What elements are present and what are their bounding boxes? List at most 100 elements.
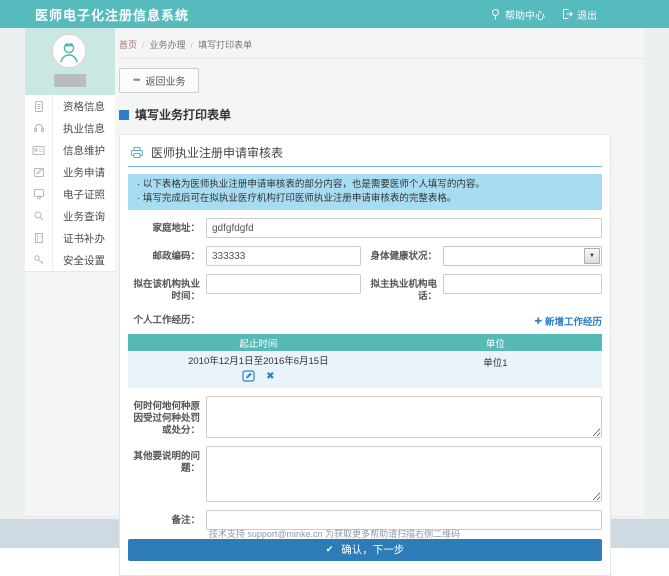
sidebar-item-info-maintenance[interactable]: 信息维护 <box>25 139 115 161</box>
avatar-block <box>25 28 115 95</box>
home-address-input[interactable] <box>206 218 602 238</box>
blue-square-bullet-icon <box>119 110 129 120</box>
sidebar-item-security-settings[interactable]: 安全设置 <box>25 249 115 271</box>
period-cell: 2010年12月1日至2016年6月15日 ✖ <box>128 351 389 388</box>
plus-icon: ✚ <box>534 316 542 327</box>
confirm-next-button[interactable]: ✔ 确认，下一步 <box>128 539 602 561</box>
search-icon <box>25 205 53 227</box>
notice-line: 以下表格为医师执业注册申请审核表的部分内容，也是需要医师个人填写的内容。 <box>137 178 593 192</box>
footer-text: 技术支持 support@minke.cn 为获取更多帮助请扫描右侧二维码 <box>209 527 460 540</box>
main-panel: 资格信息 执业信息 信息维护 业务申请 电子证照 <box>25 28 644 515</box>
column-header-period: 起止时间 <box>128 334 389 351</box>
period-value: 2010年12月1日至2016年6月15日 <box>128 355 389 368</box>
help-center-link[interactable]: 帮助中心 <box>490 7 545 22</box>
breadcrumb-separator: / <box>191 40 194 50</box>
unit-cell: 单位1 <box>389 351 602 388</box>
practice-time-group: 拟在该机构执业时间： <box>128 274 361 303</box>
form-title: 医师执业注册申请审核表 <box>151 144 283 161</box>
work-history-table: 起止时间 单位 2010年12月1日至2016年6月15日 <box>128 334 602 388</box>
postal-code-label: 邮政编码： <box>128 246 206 266</box>
sidebar-item-label: 业务查询 <box>53 205 105 227</box>
form-card-header: 医师执业注册申请审核表 <box>128 141 602 167</box>
breadcrumb-current: 填写打印表单 <box>198 38 252 51</box>
back-to-business-button[interactable]: ••• 返回业务 <box>119 68 199 93</box>
add-work-history-label: 新增工作经历 <box>545 314 602 328</box>
document-icon <box>25 95 53 117</box>
headset-icon <box>25 117 53 139</box>
home-address-label: 家庭地址： <box>128 218 206 235</box>
certificate-icon <box>25 183 53 205</box>
page-title: 填写业务打印表单 <box>119 106 644 123</box>
help-pin-icon <box>490 8 501 21</box>
content-area: 首页 / 业务办理 / 填写打印表单 ••• 返回业务 填写业务打印表单 <box>115 28 644 515</box>
notebook-icon <box>25 227 53 249</box>
postal-code-input[interactable] <box>206 246 361 266</box>
notice-box: 以下表格为医师执业注册申请审核表的部分内容，也是需要医师个人填写的内容。 填写完… <box>128 174 602 210</box>
org-phone-group: 拟主执业机构电话： <box>361 274 602 303</box>
breadcrumb-business[interactable]: 业务办理 <box>150 38 186 51</box>
breadcrumb-home[interactable]: 首页 <box>119 38 137 51</box>
edit-pencil-icon <box>242 370 255 382</box>
form-card: 医师执业注册申请审核表 以下表格为医师执业注册申请审核表的部分内容，也是需要医师… <box>119 134 611 576</box>
sidebar-item-qualification-info[interactable]: 资格信息 <box>25 95 115 117</box>
check-icon: ✔ <box>326 544 334 555</box>
sidebar-menu: 资格信息 执业信息 信息维护 业务申请 电子证照 <box>25 95 115 272</box>
printer-icon <box>130 146 144 159</box>
sidebar-item-label: 信息维护 <box>53 139 105 161</box>
page-background: 资格信息 执业信息 信息维护 业务申请 电子证照 <box>0 28 669 519</box>
column-header-unit: 单位 <box>389 334 602 351</box>
sidebar-item-label: 资格信息 <box>53 95 105 117</box>
sidebar-item-label: 电子证照 <box>53 183 105 205</box>
back-button-label: 返回业务 <box>145 73 185 88</box>
logout-icon <box>561 8 573 20</box>
topbar-actions: 帮助中心 退出 <box>490 7 597 22</box>
sidebar: 资格信息 执业信息 信息维护 业务申请 电子证照 <box>25 28 115 515</box>
app-title: 医师电子化注册信息系统 <box>35 5 189 24</box>
user-name-redacted <box>54 74 86 87</box>
org-phone-label: 拟主执业机构电话： <box>361 274 443 303</box>
sidebar-item-label: 安全设置 <box>53 249 105 271</box>
health-status-label: 身体健康状况： <box>361 246 443 266</box>
id-card-icon <box>25 139 53 161</box>
other-issues-textarea[interactable] <box>206 446 602 502</box>
doctor-icon <box>56 38 82 64</box>
help-center-label: 帮助中心 <box>505 7 545 22</box>
breadcrumb-separator: / <box>142 40 145 50</box>
add-work-history-link[interactable]: ✚ 新增工作经历 <box>534 314 602 328</box>
sidebar-item-label: 业务申请 <box>53 161 105 183</box>
breadcrumb: 首页 / 业务办理 / 填写打印表单 <box>119 28 644 59</box>
page-title-text: 填写业务打印表单 <box>135 106 231 123</box>
logout-label: 退出 <box>577 7 597 22</box>
notice-line: 填写完成后可在拟执业医疗机构打印医师执业注册申请审核表的完整表格。 <box>137 192 593 206</box>
health-status-group: 身体健康状况： ▼ <box>361 246 602 266</box>
health-status-value <box>444 247 583 265</box>
sidebar-item-e-certificate[interactable]: 电子证照 <box>25 183 115 205</box>
edit-row-button[interactable] <box>242 370 255 385</box>
work-history-label: 个人工作经历： <box>128 315 206 327</box>
confirm-next-label: 确认，下一步 <box>341 542 404 557</box>
delete-row-button[interactable]: ✖ <box>266 372 274 382</box>
logout-link[interactable]: 退出 <box>561 7 597 22</box>
edit-square-icon <box>25 161 53 183</box>
punishment-label: 何时何地何种原因受过何种处罚或处分： <box>128 396 206 437</box>
dropdown-arrow-icon: ▼ <box>584 248 600 264</box>
sidebar-item-label: 执业信息 <box>53 117 105 139</box>
remark-label: 备注： <box>128 510 206 527</box>
sidebar-item-business-application[interactable]: 业务申请 <box>25 161 115 183</box>
table-row: 2010年12月1日至2016年6月15日 ✖ <box>128 351 602 388</box>
key-icon <box>25 249 53 271</box>
practice-time-input[interactable] <box>206 274 361 294</box>
other-issues-label: 其他要说明的问题： <box>128 446 206 475</box>
postal-code-group: 邮政编码： <box>128 246 361 266</box>
punishment-textarea[interactable] <box>206 396 602 438</box>
ellipsis-icon: ••• <box>133 76 139 85</box>
sidebar-item-certificate-reissue[interactable]: 证书补办 <box>25 227 115 249</box>
top-header: 医师电子化注册信息系统 帮助中心 退出 <box>0 0 669 28</box>
sidebar-item-label: 证书补办 <box>53 227 105 249</box>
health-status-select[interactable]: ▼ <box>443 246 602 266</box>
sidebar-item-business-query[interactable]: 业务查询 <box>25 205 115 227</box>
avatar <box>52 34 86 68</box>
org-phone-input[interactable] <box>443 274 602 294</box>
row-actions: ✖ <box>128 370 389 385</box>
sidebar-item-practice-info[interactable]: 执业信息 <box>25 117 115 139</box>
